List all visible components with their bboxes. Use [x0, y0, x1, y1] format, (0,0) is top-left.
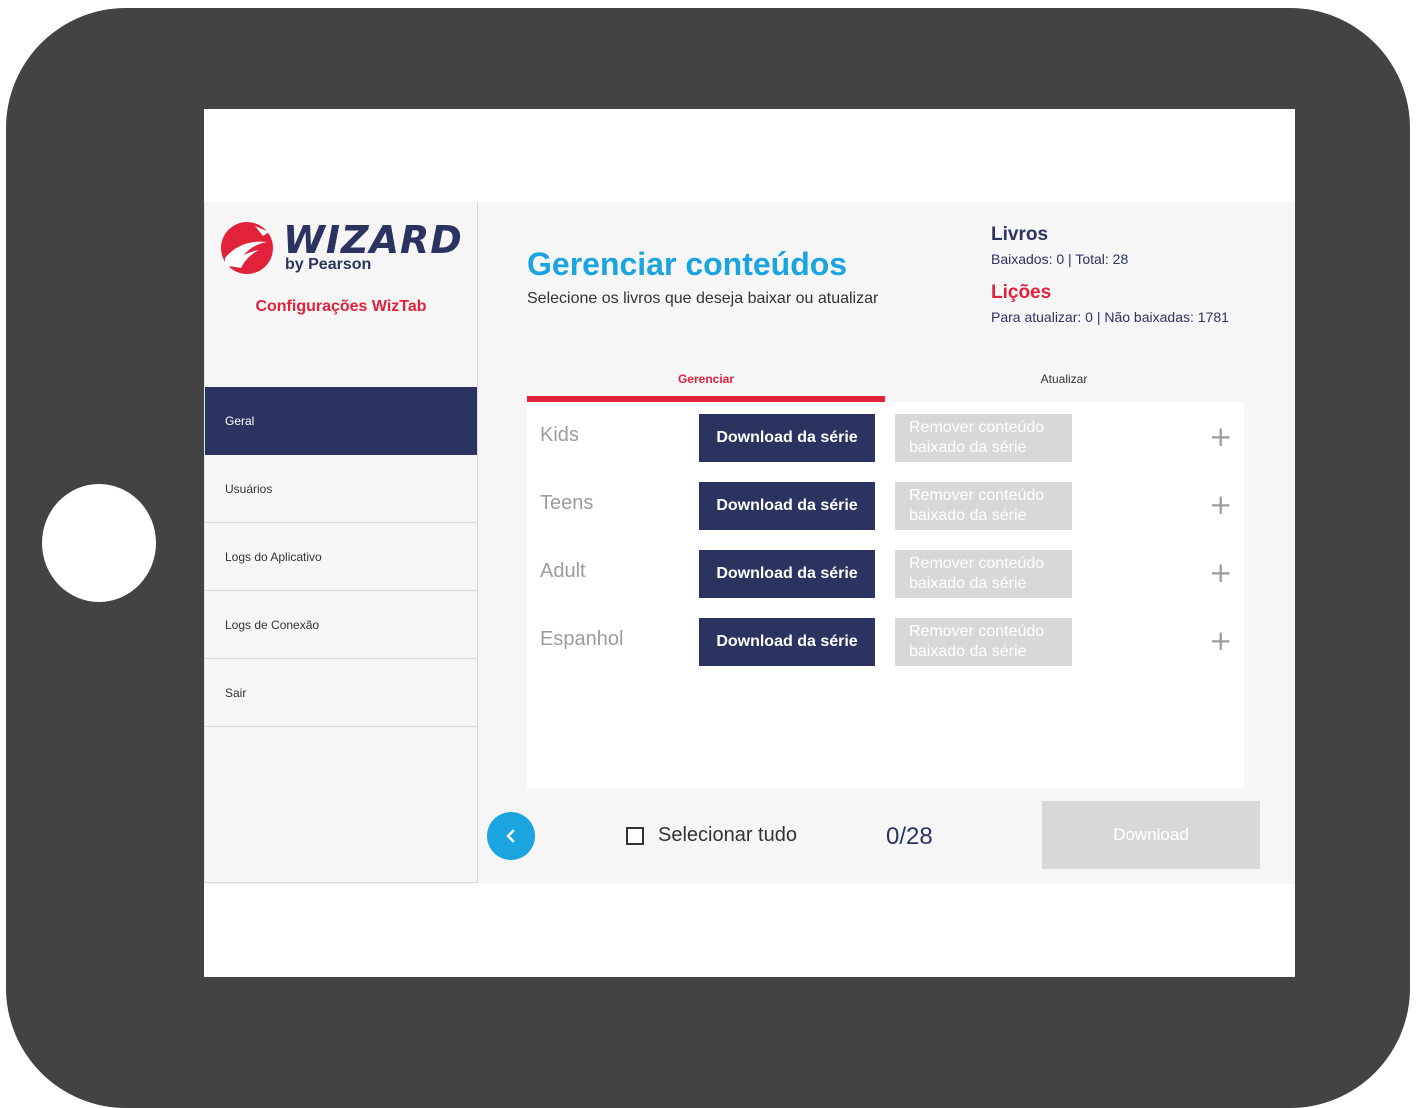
sidebar-menu: Geral Usuários Logs do Aplicativo Logs d…	[205, 387, 477, 727]
selection-counter: 0/28	[886, 823, 933, 850]
sidebar: WIZARD by Pearson Configurações WizTab G…	[204, 202, 478, 883]
sidebar-item-label: Logs de Conexão	[225, 617, 320, 632]
lessons-stat-value: Para atualizar: 0 | Não baixadas: 1781	[991, 309, 1229, 325]
sidebar-item-label: Usuários	[225, 481, 273, 496]
plus-icon[interactable]: +	[1209, 420, 1232, 453]
series-name: Kids	[540, 424, 579, 446]
download-series-button[interactable]: Download da série	[699, 482, 875, 530]
books-stat-value: Baixados: 0 | Total: 28	[991, 251, 1129, 267]
tab-gerenciar[interactable]: Gerenciar	[527, 372, 885, 396]
home-button[interactable]	[42, 484, 156, 602]
sidebar-item-sair[interactable]: Sair	[205, 659, 477, 727]
series-name: Espanhol	[540, 628, 624, 650]
select-all-checkbox[interactable]: Selecionar tudo	[626, 824, 797, 847]
sidebar-title: Configurações WizTab	[255, 298, 427, 315]
sidebar-item-label: Logs do Aplicativo	[225, 549, 322, 564]
plus-icon[interactable]: +	[1209, 624, 1232, 657]
list-item: Espanhol Download da série Remover conte…	[527, 616, 1244, 666]
logo-subtitle: by Pearson	[285, 256, 372, 273]
sidebar-item-label: Sair	[225, 685, 247, 700]
download-series-button[interactable]: Download da série	[699, 550, 875, 598]
stats-panel: Livros Baixados: 0 | Total: 28 Lições Pa…	[991, 224, 1281, 325]
page-subtitle: Selecione os livros que deseja baixar ou…	[527, 290, 879, 307]
plus-icon[interactable]: +	[1209, 556, 1232, 589]
series-name: Adult	[540, 560, 586, 582]
sidebar-item-logs-aplicativo[interactable]: Logs do Aplicativo	[205, 523, 477, 591]
remove-series-button[interactable]: Remover conteúdo baixado da série	[895, 618, 1072, 666]
list-item: Teens Download da série Remover conteúdo…	[527, 480, 1244, 530]
checkbox-icon[interactable]	[626, 826, 644, 845]
series-name: Teens	[540, 492, 594, 514]
eagle-logo-icon	[221, 222, 273, 274]
main-content: Gerenciar conteúdos Selecione os livros …	[476, 202, 1295, 884]
wizard-logo: WIZARD by Pearson	[219, 218, 469, 280]
remove-series-button[interactable]: Remover conteúdo baixado da série	[895, 414, 1072, 462]
plus-icon[interactable]: +	[1209, 488, 1232, 521]
remove-series-button[interactable]: Remover conteúdo baixado da série	[895, 550, 1072, 598]
sidebar-item-usuarios[interactable]: Usuários	[205, 455, 477, 523]
sidebar-item-geral[interactable]: Geral	[205, 387, 477, 455]
page-title: Gerenciar conteúdos	[527, 246, 848, 282]
select-all-label: Selecionar tudo	[658, 824, 797, 846]
list-item: Adult Download da série Remover conteúdo…	[527, 548, 1244, 598]
chevron-left-icon	[506, 829, 515, 843]
list-item: Kids Download da série Remover conteúdo …	[527, 412, 1244, 462]
back-button[interactable]	[487, 812, 535, 860]
tablet-screen: WIZARD by Pearson Configurações WizTab G…	[204, 109, 1295, 977]
download-series-button[interactable]: Download da série	[699, 618, 875, 666]
series-list: Kids Download da série Remover conteúdo …	[527, 402, 1244, 788]
remove-series-button[interactable]: Remover conteúdo baixado da série	[895, 482, 1072, 530]
download-series-button[interactable]: Download da série	[699, 414, 875, 462]
sidebar-item-label: Geral	[225, 413, 255, 428]
books-stat-title: Livros	[991, 224, 1049, 245]
tab-bar: Gerenciar Atualizar	[527, 372, 1244, 402]
app-container: WIZARD by Pearson Configurações WizTab G…	[204, 202, 1295, 884]
download-button[interactable]: Download	[1042, 801, 1260, 869]
lessons-stat-title: Lições	[991, 282, 1052, 303]
tab-atualizar[interactable]: Atualizar	[885, 372, 1243, 396]
sidebar-item-logs-conexao[interactable]: Logs de Conexão	[205, 591, 477, 659]
